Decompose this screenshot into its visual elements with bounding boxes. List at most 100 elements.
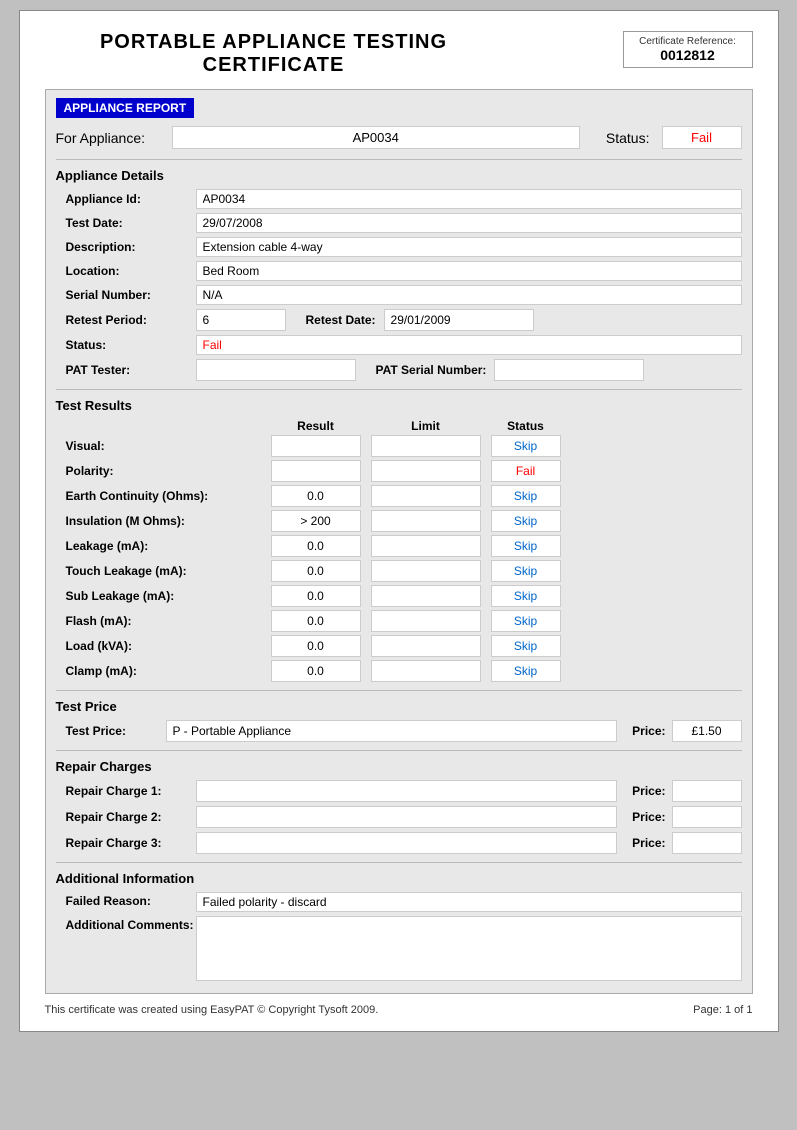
flash-status[interactable] bbox=[491, 610, 561, 632]
load-limit[interactable] bbox=[371, 635, 481, 657]
insulation-status[interactable] bbox=[491, 510, 561, 532]
status-value-input[interactable] bbox=[662, 126, 742, 149]
test-row-visual: Visual: bbox=[56, 435, 742, 457]
load-result[interactable] bbox=[271, 635, 361, 657]
visual-limit[interactable] bbox=[371, 435, 481, 457]
test-results-title: Test Results bbox=[56, 398, 742, 413]
earth-status[interactable] bbox=[491, 485, 561, 507]
serial-field[interactable] bbox=[196, 285, 742, 305]
page-footer: This certificate was created using EasyP… bbox=[45, 1004, 753, 1016]
page-header: PORTABLE APPLIANCE TESTING CERTIFICATE C… bbox=[45, 31, 753, 77]
insulation-limit[interactable] bbox=[371, 510, 481, 532]
cert-ref-box: Certificate Reference: 0012812 bbox=[623, 31, 753, 68]
cert-ref-label: Certificate Reference: bbox=[632, 36, 744, 47]
repair-1-desc[interactable] bbox=[196, 780, 618, 802]
earth-result[interactable] bbox=[271, 485, 361, 507]
location-field[interactable] bbox=[196, 261, 742, 281]
test-leakage-label: Leakage (mA): bbox=[66, 539, 266, 553]
for-appliance-row: For Appliance: Status: bbox=[56, 126, 742, 149]
cert-ref-number: 0012812 bbox=[632, 47, 744, 63]
retest-row: Retest Period: Retest Date: bbox=[56, 309, 742, 331]
col-limit-header: Limit bbox=[366, 419, 486, 433]
insulation-result[interactable] bbox=[271, 510, 361, 532]
failed-reason-field[interactable] bbox=[196, 892, 742, 912]
additional-comments-textarea[interactable] bbox=[196, 916, 742, 981]
polarity-limit[interactable] bbox=[371, 460, 481, 482]
failed-reason-label: Failed Reason: bbox=[66, 892, 196, 908]
test-earth-label: Earth Continuity (Ohms): bbox=[66, 489, 266, 503]
footer-left: This certificate was created using EasyP… bbox=[45, 1004, 379, 1016]
appliance-id-input[interactable] bbox=[172, 126, 580, 149]
appliance-id-field[interactable] bbox=[196, 189, 742, 209]
footer-right: Page: 1 of 1 bbox=[693, 1004, 752, 1016]
price-amount-field[interactable] bbox=[672, 720, 742, 742]
test-date-field[interactable] bbox=[196, 213, 742, 233]
sub-leakage-limit[interactable] bbox=[371, 585, 481, 607]
flash-result[interactable] bbox=[271, 610, 361, 632]
page-title: PORTABLE APPLIANCE TESTING CERTIFICATE bbox=[45, 31, 623, 77]
test-visual-label: Visual: bbox=[66, 439, 266, 453]
test-row-insulation: Insulation (M Ohms): bbox=[56, 510, 742, 532]
clamp-result[interactable] bbox=[271, 660, 361, 682]
pat-row: PAT Tester: PAT Serial Number: bbox=[56, 359, 742, 381]
retest-date-field[interactable] bbox=[384, 309, 534, 331]
repair-3-price[interactable] bbox=[672, 832, 742, 854]
test-polarity-label: Polarity: bbox=[66, 464, 266, 478]
pat-tester-field[interactable] bbox=[196, 359, 356, 381]
retest-period-field[interactable] bbox=[196, 309, 286, 331]
sub-leakage-status[interactable] bbox=[491, 585, 561, 607]
appliance-id-label: Appliance Id: bbox=[66, 192, 196, 206]
repair-2-label: Repair Charge 2: bbox=[66, 810, 196, 824]
test-price-title: Test Price bbox=[56, 699, 742, 714]
status-label: Status: bbox=[606, 130, 650, 146]
repair-1-label: Repair Charge 1: bbox=[66, 784, 196, 798]
additional-comments-label: Additional Comments: bbox=[66, 916, 196, 932]
repair-2-desc[interactable] bbox=[196, 806, 618, 828]
visual-result[interactable] bbox=[271, 435, 361, 457]
pat-serial-field[interactable] bbox=[494, 359, 644, 381]
appliance-details-title: Appliance Details bbox=[56, 168, 742, 183]
additional-info-title: Additional Information bbox=[56, 871, 742, 886]
test-flash-label: Flash (mA): bbox=[66, 614, 266, 628]
repair-2-price[interactable] bbox=[672, 806, 742, 828]
leakage-status[interactable] bbox=[491, 535, 561, 557]
page: PORTABLE APPLIANCE TESTING CERTIFICATE C… bbox=[19, 10, 779, 1032]
repair-3-desc[interactable] bbox=[196, 832, 618, 854]
flash-limit[interactable] bbox=[371, 610, 481, 632]
detail-status-field[interactable] bbox=[196, 335, 742, 355]
polarity-status[interactable] bbox=[491, 460, 561, 482]
leakage-limit[interactable] bbox=[371, 535, 481, 557]
test-row-touch-leakage: Touch Leakage (mA): bbox=[56, 560, 742, 582]
repair-charges-title: Repair Charges bbox=[56, 759, 742, 774]
pat-serial-label: PAT Serial Number: bbox=[376, 363, 487, 377]
test-row-load: Load (kVA): bbox=[56, 635, 742, 657]
touch-leakage-result[interactable] bbox=[271, 560, 361, 582]
test-price-desc[interactable] bbox=[166, 720, 618, 742]
failed-reason-row: Failed Reason: bbox=[56, 892, 742, 912]
touch-leakage-status[interactable] bbox=[491, 560, 561, 582]
earth-limit[interactable] bbox=[371, 485, 481, 507]
main-content: APPLIANCE REPORT For Appliance: Status: … bbox=[45, 89, 753, 994]
clamp-limit[interactable] bbox=[371, 660, 481, 682]
visual-status[interactable] bbox=[491, 435, 561, 457]
test-touch-leakage-label: Touch Leakage (mA): bbox=[66, 564, 266, 578]
test-row-polarity: Polarity: bbox=[56, 460, 742, 482]
detail-row-serial: Serial Number: bbox=[56, 285, 742, 305]
clamp-status[interactable] bbox=[491, 660, 561, 682]
repair-1-price[interactable] bbox=[672, 780, 742, 802]
detail-row-test-date: Test Date: bbox=[56, 213, 742, 233]
pat-tester-label: PAT Tester: bbox=[66, 363, 196, 377]
description-field[interactable] bbox=[196, 237, 742, 257]
test-load-label: Load (kVA): bbox=[66, 639, 266, 653]
repair-3-price-label: Price: bbox=[632, 836, 665, 850]
col-status-header: Status bbox=[486, 419, 566, 433]
test-price-section: Test Price Test Price: Price: bbox=[56, 699, 742, 742]
sub-leakage-result[interactable] bbox=[271, 585, 361, 607]
leakage-result[interactable] bbox=[271, 535, 361, 557]
test-price-row: Test Price: Price: bbox=[56, 720, 742, 742]
touch-leakage-limit[interactable] bbox=[371, 560, 481, 582]
load-status[interactable] bbox=[491, 635, 561, 657]
test-row-earth: Earth Continuity (Ohms): bbox=[56, 485, 742, 507]
description-label: Description: bbox=[66, 240, 196, 254]
polarity-result[interactable] bbox=[271, 460, 361, 482]
